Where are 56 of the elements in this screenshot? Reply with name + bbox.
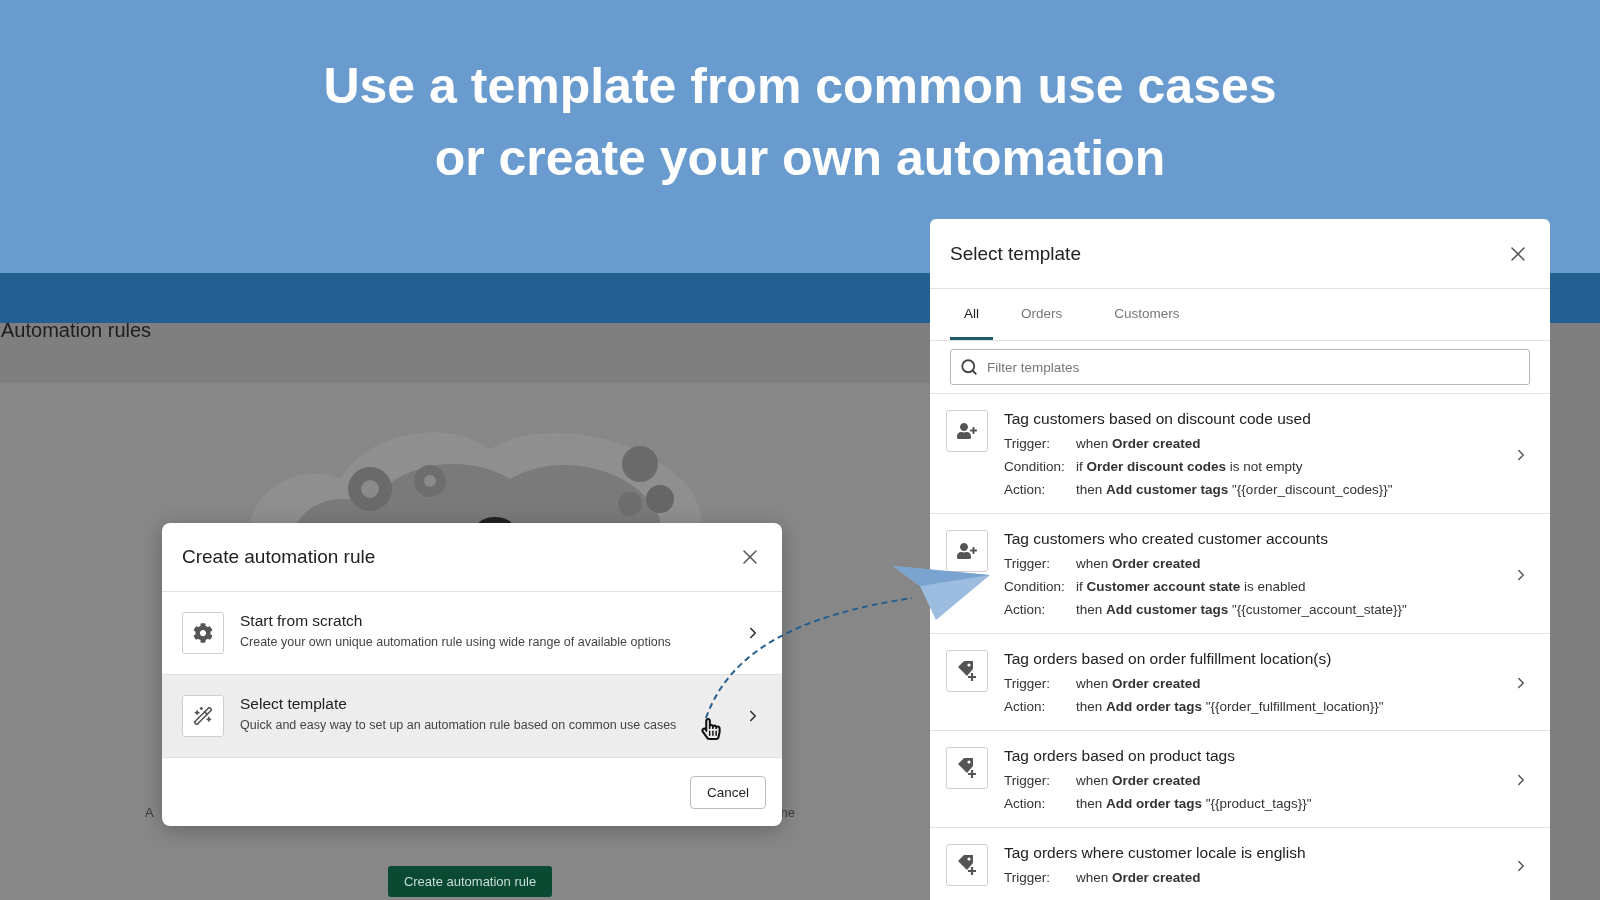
tab[interactable]: Customers (1090, 289, 1204, 340)
rule-text: when Order created (1076, 675, 1201, 693)
rule-label: Trigger: (1004, 869, 1051, 887)
template-item[interactable]: Tag orders where customer locale is english Trigger: when Order created (930, 828, 1550, 900)
template-title: Tag orders based on product tags (1004, 747, 1236, 765)
cancel-button[interactable]: Cancel (689, 775, 766, 809)
paper-plane-icon (893, 566, 990, 620)
rule-label: Condition: (1004, 458, 1066, 476)
rule-label: Trigger: (1004, 675, 1051, 693)
headline: or create your own automation (434, 129, 1166, 188)
user-plus-icon (957, 541, 977, 561)
magic-wand-icon (193, 706, 213, 726)
rule-label: Trigger: (1004, 772, 1051, 790)
rule-text: then Add customer tags "{{customer_account_state}}" (1076, 601, 1407, 619)
rule-text: then Add customer tags "{{order_discount_codes}}" (1076, 481, 1393, 499)
search-icon (960, 358, 978, 376)
option-title: Select template (240, 695, 347, 713)
dialog-title: Create automation rule (182, 546, 376, 568)
panel-title: Select template (950, 242, 1081, 265)
search-field[interactable]: Filter templates (950, 349, 1530, 385)
rule-label: Action: (1004, 601, 1047, 619)
template-title: Tag orders based on order fulfillment location(s) (1004, 650, 1333, 668)
option-description: Create your own unique automation rule using wide range of available options (240, 634, 671, 651)
rule-text: when Order created (1076, 772, 1201, 790)
rule-text: then Add order tags "{{order_fulfillment_location}}" (1076, 698, 1384, 716)
template-title: Tag customers based on discount code used (1004, 410, 1312, 428)
rule-label: Action: (1004, 795, 1047, 813)
headline: Use a template from common use cases (323, 57, 1277, 116)
rule-text: then Add order tags "{{product_tags}}" (1076, 795, 1312, 813)
option-title: Start from scratch (240, 612, 363, 630)
caption-text: A (145, 805, 154, 820)
rule-label: Trigger: (1004, 435, 1051, 453)
hand-cursor-icon (700, 718, 722, 740)
tab[interactable]: All (950, 289, 993, 340)
rule-text: when Order created (1076, 435, 1201, 453)
page-title: Automation rules (1, 319, 152, 343)
option-item[interactable]: Select template Quick and easy way to set up an automation rule based on common use cases (162, 675, 782, 758)
template-item[interactable]: Tag customers based on discount code used Trigger: when Order created Condition: if Order discount codes is not empty Action: then Add customer tags "{{order_discount_codes}}" (930, 394, 1550, 514)
option-item[interactable]: Start from scratch Create your own unique automation rule using wide range of available options (162, 592, 782, 675)
rule-label: Trigger: (1004, 555, 1051, 573)
rule-text: when Order created (1076, 555, 1201, 573)
rule-text: if Order discount codes is not empty (1076, 458, 1303, 476)
tab[interactable]: Orders (997, 289, 1087, 340)
gear-icon (193, 623, 213, 643)
template-title: Tag orders where customer locale is english (1004, 844, 1307, 862)
user-plus-icon (957, 421, 977, 441)
rule-label: Condition: (1004, 578, 1066, 596)
template-item[interactable]: Tag orders based on order fulfillment location(s) Trigger: when Order created Action: then Add order tags "{{order_fulfillment_location}}" (930, 634, 1550, 731)
template-item[interactable]: Tag orders based on product tags Trigger: when Order created Action: then Add order tags "{{product_tags}}" (930, 731, 1550, 828)
template-title: Tag customers who created customer accounts (1004, 530, 1329, 548)
option-description: Quick and easy way to set up an automation rule based on common use cases (240, 717, 677, 734)
create-rule-button[interactable]: Create automation rule (387, 866, 553, 897)
rule-label: Action: (1004, 481, 1047, 499)
rule-text: when Order created (1076, 869, 1201, 887)
rule-text: if Customer account state is enabled (1076, 578, 1306, 596)
rule-label: Action: (1004, 698, 1047, 716)
